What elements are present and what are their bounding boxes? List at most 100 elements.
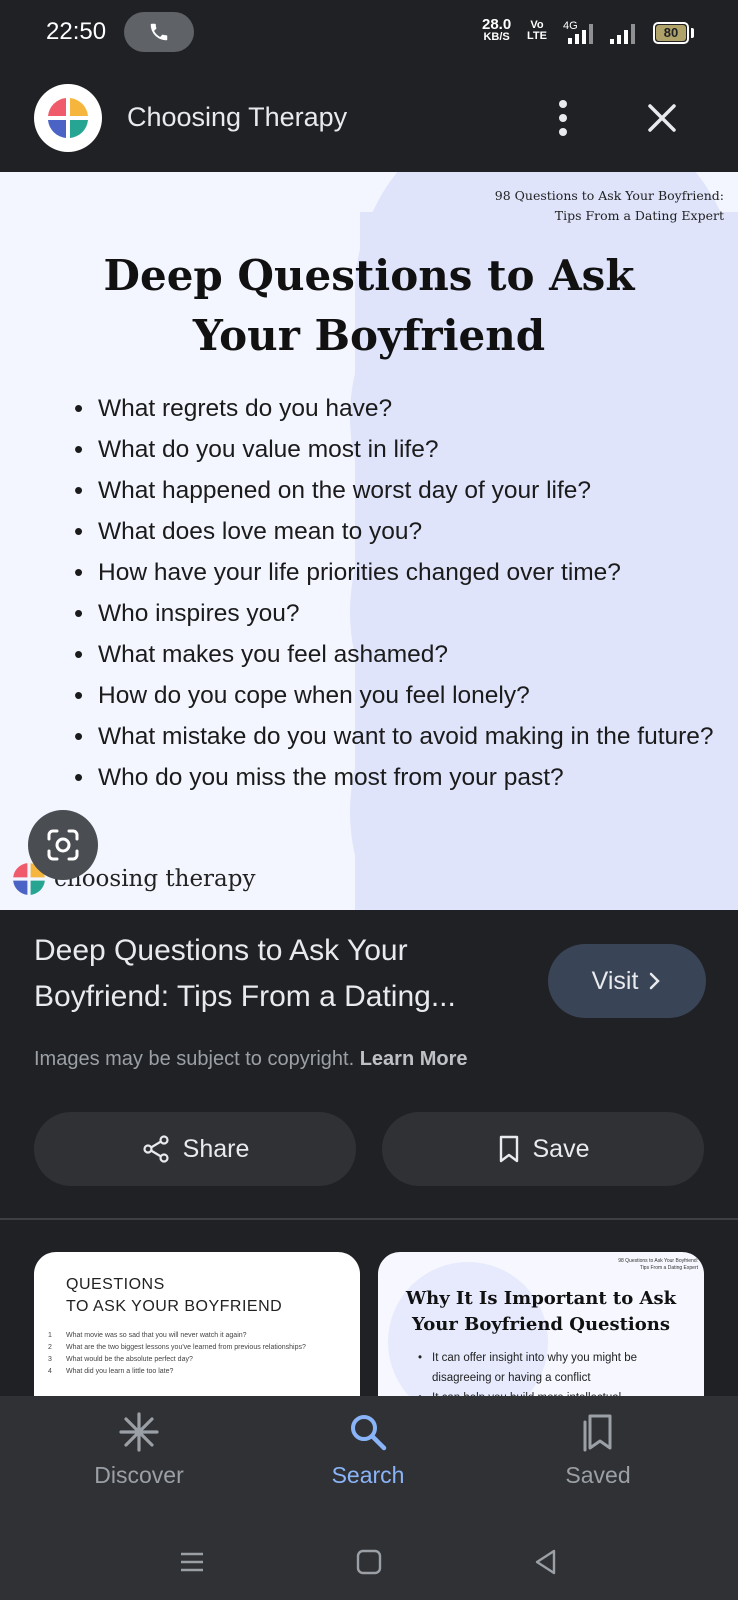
copyright-notice: Images may be subject to copyright. Lear… [34,1048,468,1071]
list-item: Who inspires you? [74,593,714,634]
status-time: 22:50 [46,18,107,45]
lens-search-button[interactable] [28,810,98,880]
battery-icon: 80 [653,22,689,44]
battery-tip [691,28,694,38]
more-vert-icon-dot [559,128,567,136]
item-number: 1 [48,1332,52,1339]
visit-button[interactable]: Visit [548,944,706,1018]
list-item: What regrets do you have? [74,388,714,429]
list-item: It can offer insight into why you might … [418,1348,688,1388]
home-icon [356,1549,382,1575]
learn-more-link[interactable]: Learn More [360,1048,468,1070]
bookmark-icon [499,1135,518,1163]
more-options-button[interactable] [545,96,581,140]
nav-search-label: Search [331,1462,405,1488]
volte-bottom: LTE [527,30,547,42]
related-card-title: Why It Is Important to Ask Your Boyfrien… [378,1286,704,1338]
nav-saved-label: Saved [565,1462,631,1488]
image-source-caption: 98 Questions to Ask Your Boyfriend: Tips… [495,186,724,226]
app-bar: Choosing Therapy [0,66,738,172]
list-item: 3 What would be the absolute perfect day? [48,1354,306,1366]
related-card-source: 98 Questions to Ask Your Boyfriend: Tips… [618,1258,698,1272]
list-item: 4 What did you learn a little too late? [48,1366,306,1378]
nav-discover-label: Discover [94,1462,184,1488]
recents-button[interactable] [172,1542,212,1582]
battery-level: 80 [656,25,686,41]
share-label: Share [182,1134,250,1163]
list-item: How have your life priorities changed ov… [74,552,714,593]
list-item: 1 What movie was so sad that you will nev… [48,1330,306,1342]
related-card-title-line-1: Why It Is Important to Ask [405,1288,677,1309]
recents-icon [181,1552,203,1572]
save-label: Save [532,1134,590,1163]
related-card-list: 1 What movie was so sad that you will nev… [48,1330,306,1378]
related-card-source-line-1: 98 Questions to Ask Your Boyfriend: [618,1258,698,1264]
choosing-therapy-logo [34,84,102,152]
share-icon [143,1135,169,1163]
question-list: What regrets do you have? What do you va… [74,388,714,798]
close-button[interactable] [640,96,684,140]
signal-icon-2 [610,22,635,44]
item-number: 3 [48,1356,52,1363]
image-preview[interactable]: 98 Questions to Ask Your Boyfriend: Tips… [0,172,738,910]
related-image-card[interactable]: QUESTIONS TO ASK YOUR BOYFRIEND 1 What mo… [34,1252,360,1412]
more-vert-icon-dot [559,114,567,122]
list-item: How do you cope when you feel lonely? [74,675,714,716]
related-card-source-line-2: Tips From a Dating Expert [639,1265,698,1271]
item-text: What are the two biggest lessons you've … [66,1344,306,1351]
list-item: What makes you feel ashamed? [74,634,714,675]
copyright-text: Images may be subject to copyright. [34,1048,355,1070]
list-item: What happened on the worst day of your l… [74,470,714,511]
home-button[interactable] [349,1542,389,1582]
save-button[interactable]: Save [382,1112,704,1186]
list-item: What do you value most in life? [74,429,714,470]
search-icon [351,1415,387,1451]
related-card-title-line-2: TO ASK YOUR BOYFRIEND [66,1298,283,1315]
image-source-line-2: Tips From a Dating Expert [554,208,724,223]
saved-collections-icon [583,1414,612,1452]
related-card-title-line-1: QUESTIONS [66,1276,165,1293]
system-navigation-bar [0,1522,738,1600]
image-title-line-1: Deep Questions to Ask [103,251,635,300]
bottom-navigation: Discover Search Saved [0,1396,738,1522]
network-speed-value: 28.0 [482,16,512,33]
image-title: Deep Questions to Ask Your Boyfriend [0,246,738,366]
item-number: 2 [48,1344,52,1351]
site-name: Choosing Therapy [127,102,348,132]
back-button[interactable] [526,1542,566,1582]
back-icon [535,1549,556,1575]
nav-search[interactable]: Search [278,1410,458,1489]
list-item: 2 What are the two biggest lessons you've… [48,1342,306,1354]
more-vert-icon-dot [559,100,567,108]
image-title-line-2: Your Boyfriend [192,311,546,360]
volte-indicator: Vo LTE [527,20,547,42]
visit-label: Visit [591,966,639,995]
list-item: Who do you miss the most from your past? [74,757,714,798]
list-item: What mistake do you want to avoid making… [74,716,714,757]
phone-icon [150,23,168,41]
lens-icon [47,829,79,861]
share-button[interactable]: Share [34,1112,356,1186]
list-item: What does love mean to you? [74,511,714,552]
result-title[interactable]: Deep Questions to Ask Your Boyfriend: Ti… [34,928,524,1020]
brand-logo-icon [48,98,88,138]
related-card-title-line-2: Your Boyfriend Questions [412,1314,670,1335]
item-text: What movie was so sad that you will neve… [66,1332,247,1339]
signal-icon-1 [568,22,593,44]
nav-discover[interactable]: Discover [49,1410,229,1489]
item-text: What did you learn a little too late? [66,1368,174,1375]
related-image-card[interactable]: 98 Questions to Ask Your Boyfriend: Tips… [378,1252,704,1412]
network-speed-unit: KB/S [483,31,510,43]
item-text: What would be the absolute perfect day? [66,1356,193,1363]
image-source-line-1: 98 Questions to Ask Your Boyfriend: [494,188,724,203]
ongoing-call-chip[interactable] [124,12,194,52]
divider [0,1218,738,1220]
item-number: 4 [48,1368,52,1375]
nav-saved[interactable]: Saved [508,1410,688,1489]
chevron-right-icon [650,972,661,990]
status-bar: 22:50 28.0 KB/S Vo LTE 4G 80 [0,0,738,66]
discover-asterisk-icon [119,1412,159,1452]
related-card-title: QUESTIONS TO ASK YOUR BOYFRIEND [66,1274,282,1318]
close-icon [648,104,676,132]
network-speed: 28.0 KB/S [482,16,512,44]
